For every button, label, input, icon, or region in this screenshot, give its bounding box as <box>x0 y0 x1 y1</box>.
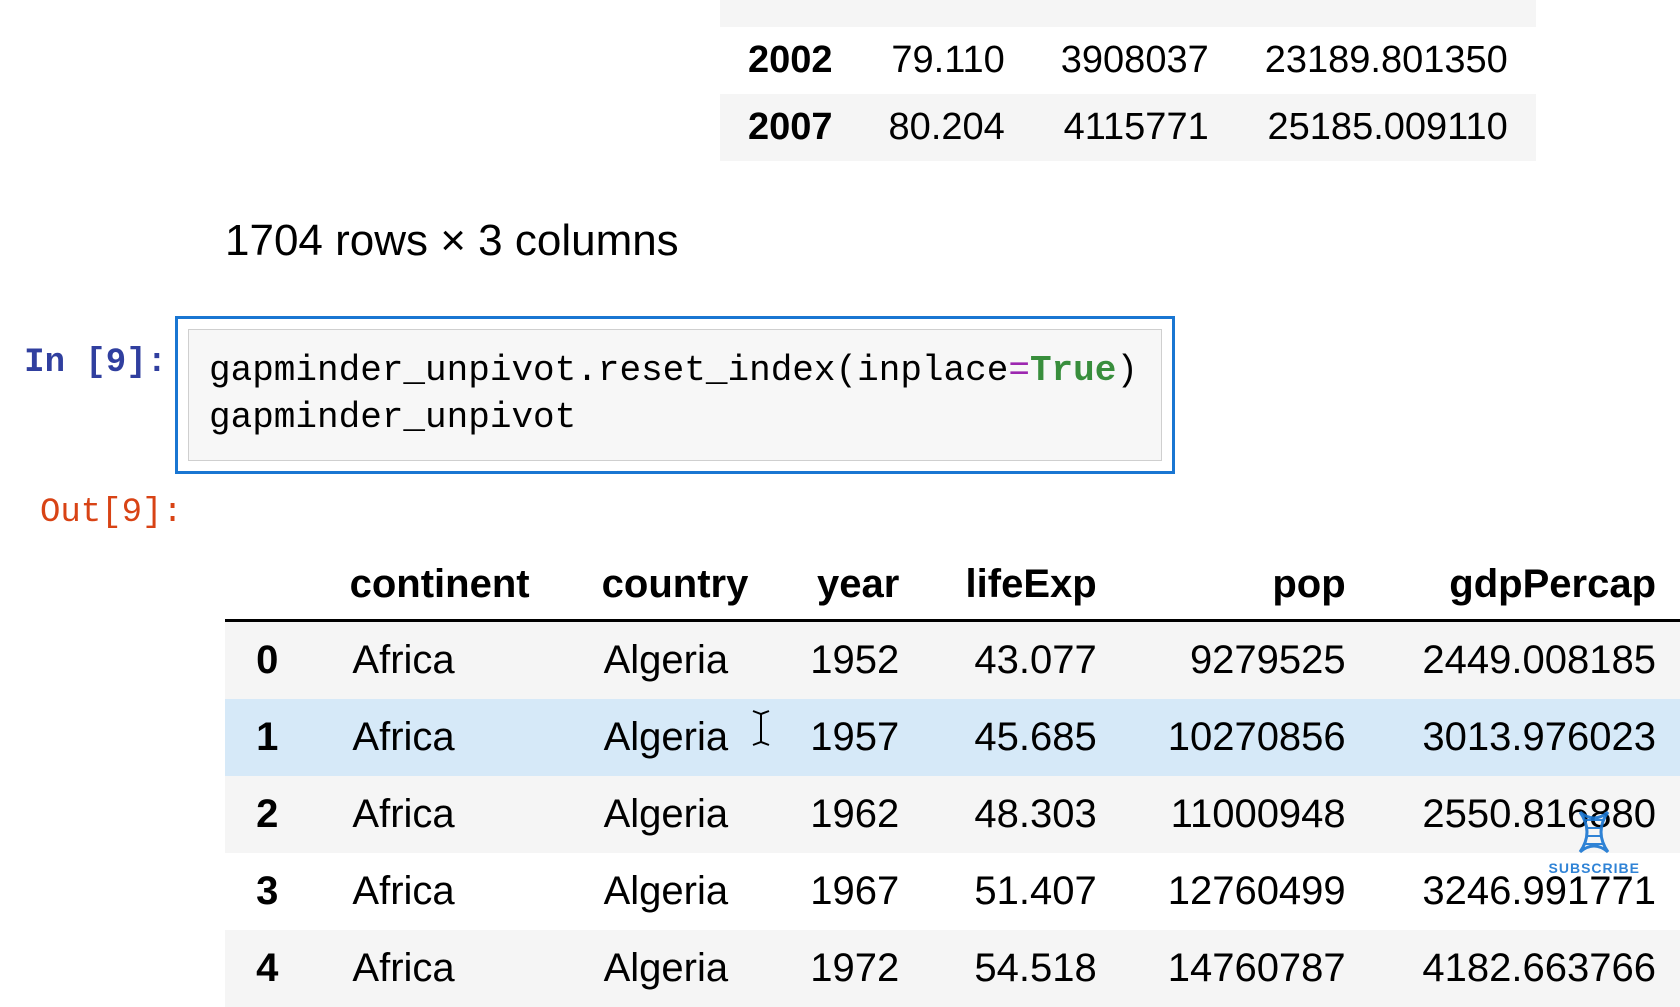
prev-table-cell: 1997 <box>720 0 861 27</box>
prev-table-cell: 3908037 <box>1033 27 1237 94</box>
table-header-row: continentcountryyearlifeExppopgdpPercap <box>225 550 1680 621</box>
table-cell: 1967 <box>772 853 923 930</box>
table-cell: Algeria <box>554 853 773 930</box>
table-cell: Africa <box>302 776 553 853</box>
prev-table-cell: 79.110 <box>861 27 1033 94</box>
table-cell: 2449.008185 <box>1370 620 1680 699</box>
code-equals: = <box>1008 350 1030 391</box>
table-row: 1AfricaAlgeria195745.685102708563013.976… <box>225 699 1680 776</box>
table-cell: 9279525 <box>1121 620 1370 699</box>
table-cell: Africa <box>302 699 553 776</box>
prev-output-table: 199777.550367618721050.413770200279.1103… <box>720 0 1536 161</box>
column-header: country <box>554 550 773 621</box>
code-line2: gapminder_unpivot <box>209 397 576 438</box>
code-bool: True <box>1030 350 1116 391</box>
column-header: continent <box>302 550 553 621</box>
table-cell: 4182.663766 <box>1370 930 1680 1007</box>
table-cell: Algeria <box>554 620 773 699</box>
input-cell-9: In [9]: gapminder_unpivot.reset_index(in… <box>20 316 1680 474</box>
dataframe-shape-label: 1704 rows × 3 columns <box>225 216 1680 266</box>
table-cell: 45.685 <box>923 699 1120 776</box>
prev-table-cell: 25185.009110 <box>1237 94 1536 161</box>
prev-table-row: 199777.550367618721050.413770 <box>720 0 1536 27</box>
prev-table-cell: 80.204 <box>861 94 1033 161</box>
table-cell: 3 <box>225 853 302 930</box>
table-cell: 1957 <box>772 699 923 776</box>
output-cell-9: Out[9]: <box>20 494 1680 532</box>
column-header: pop <box>1121 550 1370 621</box>
table-row: 4AfricaAlgeria197254.518147607874182.663… <box>225 930 1680 1007</box>
table-cell: 12760499 <box>1121 853 1370 930</box>
output-prompt: Out[9]: <box>20 494 175 532</box>
prev-table-cell: 2007 <box>720 94 861 161</box>
output-dataframe-table: continentcountryyearlifeExppopgdpPercap … <box>225 550 1680 1007</box>
table-cell: Algeria <box>554 699 773 776</box>
table-cell: 2 <box>225 776 302 853</box>
prev-table-cell: 21050.413770 <box>1237 0 1536 27</box>
table-cell: 1952 <box>772 620 923 699</box>
table-cell: Algeria <box>554 776 773 853</box>
table-row: 3AfricaAlgeria196751.407127604993246.991… <box>225 853 1680 930</box>
table-cell: 14760787 <box>1121 930 1370 1007</box>
table-cell: 11000948 <box>1121 776 1370 853</box>
table-cell: Africa <box>302 620 553 699</box>
table-cell: Algeria <box>554 930 773 1007</box>
column-header: year <box>772 550 923 621</box>
dna-helix-icon <box>1570 808 1618 856</box>
table-cell: 1962 <box>772 776 923 853</box>
table-cell: 51.407 <box>923 853 1120 930</box>
input-prompt: In [9]: <box>20 316 175 382</box>
prev-table-cell: 23189.801350 <box>1237 27 1536 94</box>
code-close-paren: ) <box>1116 350 1138 391</box>
prev-table-cell: 3676187 <box>1033 0 1237 27</box>
table-cell: 54.518 <box>923 930 1120 1007</box>
table-cell: Africa <box>302 853 553 930</box>
table-cell: 1 <box>225 699 302 776</box>
table-cell: 43.077 <box>923 620 1120 699</box>
table-cell: 10270856 <box>1121 699 1370 776</box>
prev-table-cell: 4115771 <box>1033 94 1237 161</box>
prev-table-cell: 2002 <box>720 27 861 94</box>
column-header: lifeExp <box>923 550 1120 621</box>
column-header: gdpPercap <box>1370 550 1680 621</box>
table-cell: 0 <box>225 620 302 699</box>
table-cell: 3013.976023 <box>1370 699 1680 776</box>
prev-table-cell: 77.550 <box>861 0 1033 27</box>
notebook-container: 199777.550367618721050.413770200279.1103… <box>0 0 1680 1007</box>
code-editor[interactable]: gapminder_unpivot.reset_index(inplace=Tr… <box>188 329 1162 461</box>
table-cell: 1972 <box>772 930 923 1007</box>
table-cell: 4 <box>225 930 302 1007</box>
subscribe-badge[interactable]: SUBSCRIBE <box>1549 808 1640 876</box>
table-row: 2AfricaAlgeria196248.303110009482550.816… <box>225 776 1680 853</box>
table-cell: 48.303 <box>923 776 1120 853</box>
prev-table-row: 200780.204411577125185.009110 <box>720 94 1536 161</box>
column-header <box>225 550 302 621</box>
table-row: 0AfricaAlgeria195243.07792795252449.0081… <box>225 620 1680 699</box>
prev-table-row: 200279.110390803723189.801350 <box>720 27 1536 94</box>
table-cell: Africa <box>302 930 553 1007</box>
code-input-area[interactable]: gapminder_unpivot.reset_index(inplace=Tr… <box>175 316 1175 474</box>
code-text: gapminder_unpivot.reset_index(inplace <box>209 350 1008 391</box>
subscribe-label: SUBSCRIBE <box>1549 860 1640 876</box>
